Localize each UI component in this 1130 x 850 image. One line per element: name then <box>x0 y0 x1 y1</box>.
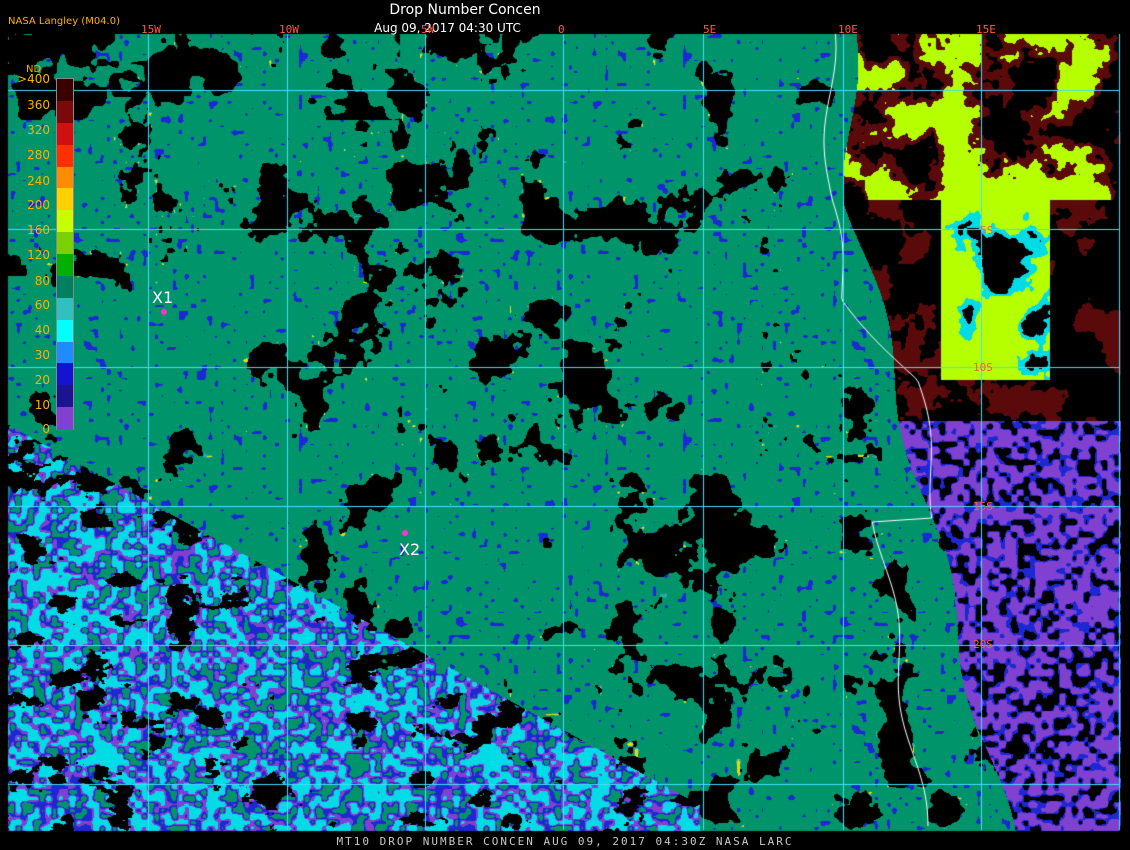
satellite-map <box>0 0 1130 850</box>
legend-label: 280 <box>27 148 50 162</box>
lat-label-15s: 15S <box>973 500 993 513</box>
marker-x1-label: X1 <box>152 288 174 307</box>
marker-x1-dot <box>161 309 167 315</box>
legend-swatch <box>57 100 73 124</box>
legend-swatch <box>57 407 73 430</box>
lon-label-10w: 10W <box>279 23 299 36</box>
legend-swatch <box>57 79 73 102</box>
legend-swatch <box>57 363 73 386</box>
legend-swatch <box>57 319 73 342</box>
lon-label-5e: 5E <box>703 23 717 36</box>
legend-swatch <box>57 275 73 299</box>
legend-swatch <box>57 210 73 233</box>
legend-swatch <box>57 297 73 321</box>
legend-label: 10 <box>34 398 50 412</box>
marker-x2-label: X2 <box>399 540 421 559</box>
lon-label-15e: 15E <box>976 23 996 36</box>
legend-swatch <box>57 385 73 408</box>
legend-swatch <box>57 188 73 211</box>
provider-label: NASA Langley (M04.0) <box>8 16 120 27</box>
legend-label: 120 <box>27 248 50 262</box>
legend-label: 160 <box>27 223 50 237</box>
map-title: Drop Number Concen <box>389 2 541 18</box>
map-datetime: Aug 09, 2017 04:30 UTC <box>374 21 521 35</box>
lon-label-0: 0 <box>558 23 565 36</box>
lon-label-15w: 15W <box>141 23 161 36</box>
legend-label: 20 <box>34 373 50 387</box>
legend-label: >400 <box>17 72 50 86</box>
legend-label: 320 <box>27 123 50 137</box>
legend-label: 80 <box>34 274 50 288</box>
lon-label-10e: 10E <box>838 23 858 36</box>
legend-label: 360 <box>27 98 50 112</box>
legend-label: 0 <box>42 422 50 436</box>
legend-label: 60 <box>34 298 50 312</box>
legend-label: 30 <box>34 348 50 362</box>
footer-caption: MT10 DROP NUMBER CONCEN AUG 09, 2017 04:… <box>336 835 794 848</box>
lat-label-10s: 10S <box>973 361 993 374</box>
legend-swatch <box>57 341 73 364</box>
legend-label: 40 <box>34 323 50 337</box>
legend-swatch <box>57 232 73 255</box>
legend-swatch <box>57 254 73 277</box>
marker-x2-dot <box>402 530 408 536</box>
legend-color-bar <box>56 78 74 430</box>
lat-label-5s: 5S <box>980 224 994 237</box>
lat-label-20s: 20S <box>973 638 993 651</box>
legend-label: 200 <box>27 198 50 212</box>
lon-label-5w: 5W <box>421 23 435 36</box>
legend-swatch <box>57 144 73 167</box>
legend-swatch <box>57 122 73 146</box>
legend-label: 240 <box>27 174 50 188</box>
legend-swatch <box>57 166 73 189</box>
